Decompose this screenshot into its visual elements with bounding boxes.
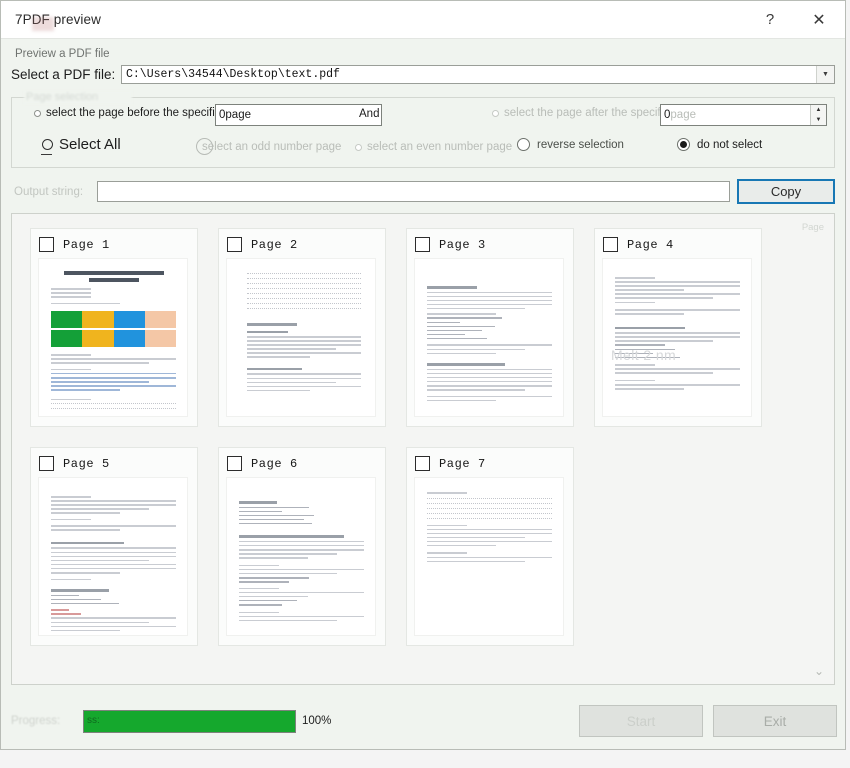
select-all-underline [41, 154, 52, 155]
radio-select-before-label: select the page before the specified [46, 107, 228, 119]
progress-bar-inner-text: ss: [87, 715, 100, 726]
progress-bar-fill [84, 711, 295, 732]
page-label: Page 7 [439, 457, 486, 471]
radio-reverse-selection[interactable]: reverse selection [517, 138, 624, 151]
page-thumbnail-card[interactable]: Page 3 [406, 228, 574, 427]
copy-button[interactable]: Copy [737, 179, 835, 204]
radio-even-pages-label: select an even number page [367, 141, 512, 153]
page-label: Page 1 [63, 238, 110, 252]
radio-circle-checked-icon [677, 138, 690, 151]
radio-do-not-select[interactable]: do not select [677, 138, 762, 151]
page-card-header: Page 1 [39, 237, 189, 252]
radio-select-before[interactable]: select the page before the specified [34, 107, 228, 119]
after-page-value: 0 [661, 109, 670, 121]
radio-odd-pages-label: select an odd number page [202, 141, 341, 153]
page-preview-image: Melt 2 nm [603, 259, 751, 416]
page-checkbox[interactable] [603, 237, 618, 252]
page-label: Page 6 [251, 457, 298, 471]
file-select-row: Select a PDF file: C:\Users\34544\Deskto… [11, 63, 835, 85]
page-thumbnails-scroll-area[interactable]: Page Page 1 [11, 213, 835, 685]
page-checkbox[interactable] [227, 237, 242, 252]
action-button[interactable]: Start [579, 705, 703, 737]
radio-select-after-label: select the page after the specified [504, 107, 676, 119]
page-card-header: Page 3 [415, 237, 565, 252]
radio-circle-icon [517, 138, 530, 151]
spin-options-row: select the page before the specified 0 p… [12, 98, 834, 132]
page-thumbnail-card[interactable]: Page 5 [30, 447, 198, 646]
page-card-header: Page 7 [415, 456, 565, 471]
page-checkbox[interactable] [39, 237, 54, 252]
page-card-header: Page 6 [227, 456, 377, 471]
page-checkbox[interactable] [39, 456, 54, 471]
page-preview-image [415, 259, 563, 416]
scroll-panel-ghost-label: Page [802, 222, 824, 233]
page-card-header: Page 2 [227, 237, 377, 252]
radio-do-not-select-label: do not select [697, 139, 762, 151]
after-page-suffix: page [670, 109, 810, 121]
selection-mode-row: Select All select an odd number page sel… [12, 132, 834, 164]
page-checkbox[interactable] [227, 456, 242, 471]
page-preview-image [39, 259, 187, 416]
window-title: 7PDF preview [15, 12, 101, 27]
page-checkbox[interactable] [415, 237, 430, 252]
preview-caption: Preview a PDF file [15, 48, 835, 60]
close-button[interactable]: ✕ [793, 1, 845, 39]
progress-bar: ss: [83, 710, 296, 733]
radio-ring-icon [42, 139, 53, 150]
radio-odd-pages[interactable]: select an odd number page [202, 141, 341, 153]
pdf-file-combobox[interactable]: C:\Users\34544\Desktop\text.pdf ▼ [121, 65, 835, 84]
radio-select-all[interactable]: Select All [42, 136, 121, 153]
page-label: Page 5 [63, 457, 110, 471]
radio-reverse-selection-label: reverse selection [537, 139, 624, 151]
before-page-spinbox[interactable]: 0 page [215, 104, 382, 126]
page-preview-image [227, 478, 375, 635]
desktop-background: 7PDF preview ? ✕ Preview a PDF file Sele… [0, 0, 850, 768]
pdf-file-path-value: C:\Users\34544\Desktop\text.pdf [122, 68, 816, 81]
radio-dot-icon [34, 110, 41, 117]
page-label: Page 2 [251, 238, 298, 252]
title-bar: 7PDF preview ? ✕ [1, 1, 845, 39]
progress-label: Progress: [11, 715, 83, 727]
page-label: Page 4 [627, 238, 674, 252]
output-string-label: Output string: [11, 186, 97, 198]
output-string-input[interactable] [97, 181, 730, 202]
page-checkbox[interactable] [415, 456, 430, 471]
spinner-up-icon[interactable]: ▲ [811, 105, 826, 115]
dialog-body: Preview a PDF file Select a PDF file: C:… [1, 39, 845, 693]
page-selection-groupbox: Page selection select the page before th… [11, 97, 835, 168]
page-thumbnail-card[interactable]: Page 2 [218, 228, 386, 427]
thumbnail-grid: Page 1 [12, 214, 834, 660]
page-watermark: Melt 2 nm [611, 347, 676, 363]
chevron-down-icon[interactable]: ▼ [816, 66, 834, 83]
progress-percent: 100% [302, 715, 331, 727]
after-page-stepper[interactable]: ▲ ▼ [810, 105, 826, 125]
radio-select-all-label: Select All [59, 136, 121, 153]
page-thumbnail-card[interactable]: Page 7 [406, 447, 574, 646]
after-page-spinbox[interactable]: 0 page ▲ ▼ [660, 104, 827, 126]
page-thumbnail-card[interactable]: Page 4 [594, 228, 762, 427]
page-card-header: Page 4 [603, 237, 753, 252]
file-label: Select a PDF file: [11, 67, 121, 82]
and-label: And [358, 108, 379, 120]
page-card-header: Page 5 [39, 456, 189, 471]
page-preview-image [415, 478, 563, 635]
help-button[interactable]: ? [747, 1, 793, 39]
radio-select-after[interactable]: select the page after the specified [492, 107, 676, 119]
page-label: Page 3 [439, 238, 486, 252]
dialog-footer: Progress: ss: 100% Start Exit [1, 693, 845, 749]
page-preview-image [227, 259, 375, 416]
radio-even-pages[interactable]: select an even number page [355, 141, 512, 153]
page-thumbnail-card[interactable]: Page 1 [30, 228, 198, 427]
radio-dot-icon [492, 110, 499, 117]
exit-button[interactable]: Exit [713, 705, 837, 737]
scroll-down-icon[interactable]: ⌄ [811, 663, 827, 679]
spinner-down-icon[interactable]: ▼ [811, 115, 826, 125]
page-thumbnail-card[interactable]: Page 6 [218, 447, 386, 646]
output-string-row: Output string: Copy [11, 179, 835, 204]
radio-dot-icon [355, 144, 362, 151]
page-preview-image [39, 478, 187, 635]
before-page-value: 0 [216, 109, 225, 121]
pdf-preview-dialog: 7PDF preview ? ✕ Preview a PDF file Sele… [0, 0, 846, 750]
